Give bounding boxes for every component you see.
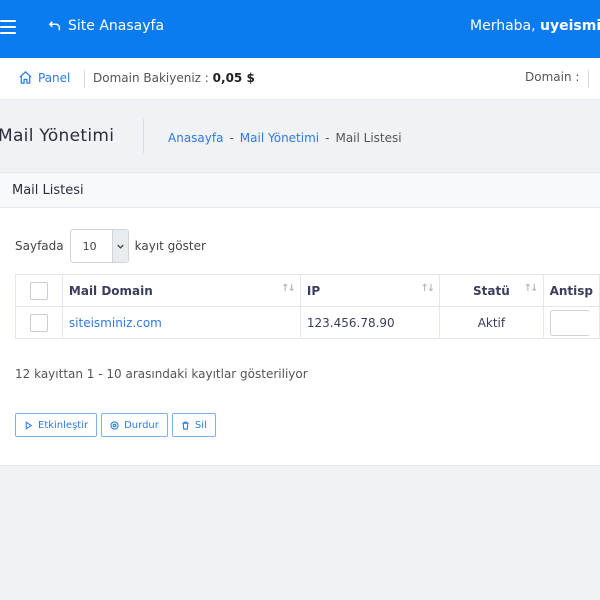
mail-table: Mail Domain ↑↓ IP ↑↓ Statü ↑↓ Antisp siteis…: [15, 274, 600, 339]
balance-label: Domain Bakiyeniz :: [93, 71, 213, 85]
stop-circle-icon: [110, 420, 119, 430]
page-length-select[interactable]: 10: [69, 229, 129, 263]
table-row: siteisminiz.com 123.456.78.90 Aktif: [15, 306, 600, 339]
table-header-row: Mail Domain ↑↓ IP ↑↓ Statü ↑↓ Antisp: [15, 274, 600, 307]
action-buttons: Etkinleştir Durdur Sil: [15, 413, 216, 437]
top-navbar: Site Anasayfa Merhaba, uyeisminiz: [0, 0, 600, 58]
domain-label: Domain :: [525, 70, 580, 84]
page-length-value: 10: [82, 240, 97, 253]
breadcrumb-home[interactable]: Anasayfa: [168, 131, 223, 145]
column-label: Mail Domain: [68, 283, 153, 298]
site-home-link[interactable]: Site Anasayfa: [48, 18, 164, 34]
mail-domain-link[interactable]: siteisminiz.com: [69, 316, 162, 330]
greeting-prefix: Merhaba,: [470, 18, 541, 34]
column-ip[interactable]: IP ↑↓: [299, 274, 441, 307]
sort-icon: ↑↓: [420, 283, 435, 294]
sub-navbar: Panel Domain Bakiyeniz : 0,05 $ Domain :: [0, 58, 600, 100]
menu-icon[interactable]: [0, 20, 16, 34]
stop-button[interactable]: Durdur: [101, 413, 168, 437]
breadcrumb: Anasayfa - Mail Yönetimi - Mail Listesi: [168, 131, 402, 145]
column-status[interactable]: Statü ↑↓: [439, 274, 544, 307]
status-cell: Aktif: [439, 306, 544, 339]
panel-link[interactable]: Panel: [18, 70, 70, 85]
ip-cell: 123.456.78.90: [299, 306, 441, 339]
mail-domain-cell: siteisminiz.com: [61, 306, 301, 339]
chevron-down-icon: [111, 230, 128, 262]
select-all-checkbox[interactable]: [29, 281, 48, 300]
mail-list-card: Mail Listesi Sayfada 10 kayıt göster Mai…: [0, 172, 600, 466]
balance-value: 0,05 $: [212, 71, 255, 85]
breadcrumb-separator: -: [325, 131, 330, 145]
select-all-cell: [15, 274, 63, 307]
column-label: IP: [306, 283, 321, 298]
delete-button[interactable]: Sil: [171, 413, 216, 437]
page-title: Mail Yönetimi: [0, 126, 115, 146]
antispam-cell: [542, 306, 600, 339]
table-info: 12 kayıttan 1 - 10 arasındaki kayıtlar g…: [15, 367, 308, 381]
activate-button[interactable]: Etkinleştir: [15, 413, 98, 437]
trash-icon: [182, 421, 189, 430]
username: uyeisminiz: [540, 18, 600, 34]
column-label: Antisp: [549, 283, 593, 298]
sort-icon: ↑↓: [523, 283, 539, 294]
card-title: Mail Listesi: [12, 183, 84, 198]
page-length-control: Sayfada 10 kayıt göster: [15, 229, 206, 263]
antispam-input[interactable]: [549, 309, 590, 336]
length-label-after: kayıt göster: [134, 239, 206, 253]
sort-icon: ↑↓: [281, 283, 296, 294]
site-home-label: Site Anasayfa: [68, 18, 165, 34]
delete-label: Sil: [194, 419, 207, 431]
column-label: Statü: [473, 283, 510, 298]
home-icon: [19, 71, 32, 84]
column-mail-domain[interactable]: Mail Domain ↑↓: [61, 274, 301, 307]
breadcrumb-separator: -: [229, 131, 234, 145]
breadcrumb-mail-management[interactable]: Mail Yönetimi: [240, 131, 319, 145]
length-label-before: Sayfada: [15, 239, 64, 253]
column-antispam[interactable]: Antisp: [542, 274, 600, 307]
breadcrumb-current: Mail Listesi: [335, 131, 402, 145]
domain-balance: Domain Bakiyeniz : 0,05 $: [93, 71, 255, 85]
row-select-cell: [15, 306, 63, 339]
card-header: Mail Listesi: [0, 173, 600, 208]
activate-label: Etkinleştir: [38, 419, 89, 431]
row-checkbox[interactable]: [29, 313, 48, 332]
title-divider: [143, 119, 144, 153]
play-icon: [25, 420, 33, 430]
stop-label: Durdur: [124, 419, 159, 431]
divider: [588, 70, 589, 88]
user-greeting[interactable]: Merhaba, uyeisminiz: [470, 18, 600, 34]
divider: [84, 70, 85, 88]
return-arrow-icon: [48, 21, 61, 31]
panel-label: Panel: [38, 70, 71, 85]
